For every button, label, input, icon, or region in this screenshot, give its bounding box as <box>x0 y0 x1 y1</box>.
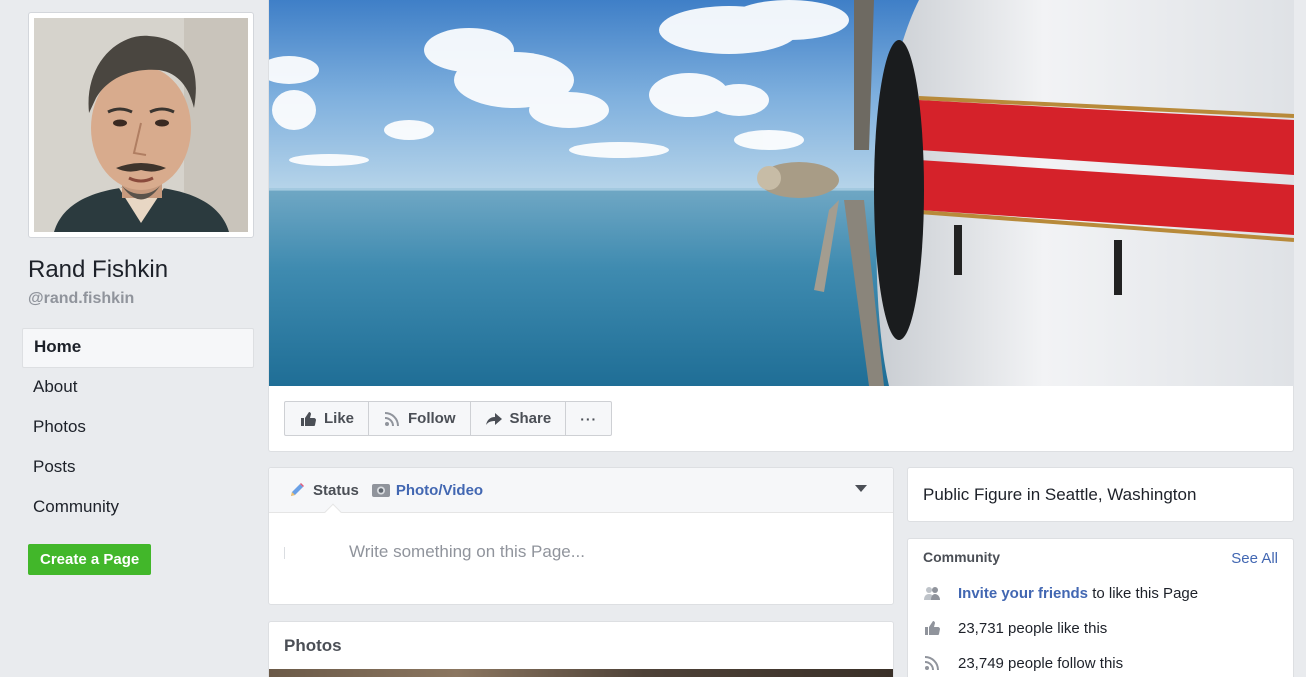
active-tab-indicator <box>324 503 342 521</box>
photo-tab-label: Photo/Video <box>395 481 484 499</box>
community-title: Community <box>923 549 1000 565</box>
invite-text: Invite your friends to like this Page <box>958 585 1198 602</box>
composer-tabs: Status Photo/Video <box>269 468 893 521</box>
tab-status[interactable]: Status <box>288 481 359 499</box>
like-button[interactable]: Like <box>285 402 370 435</box>
nav-item-photos[interactable]: Photos <box>22 408 254 448</box>
nav-item-home[interactable]: Home <box>22 328 254 368</box>
tab-photo-video[interactable]: Photo/Video <box>371 481 483 499</box>
about-card: Public Figure in Seattle, Washington <box>907 467 1294 522</box>
community-card: Community See All Invite your friends to… <box>907 538 1294 677</box>
left-sidebar: Rand Fishkin @rand.fishkin Home About Ph… <box>0 0 268 677</box>
photos-title[interactable]: Photos <box>284 636 342 656</box>
share-button[interactable]: Share <box>471 402 567 435</box>
page-name[interactable]: Rand Fishkin <box>28 256 168 284</box>
likes-row: 23,731 people like this <box>923 619 1107 637</box>
share-label: Share <box>509 410 552 427</box>
page-category: Public Figure in Seattle, Washington <box>923 485 1197 504</box>
status-tab-label: Status <box>313 481 359 499</box>
cover-photo[interactable] <box>269 0 1294 386</box>
composer-avatar-placeholder <box>284 547 285 559</box>
more-options-button[interactable]: ··· <box>566 402 611 435</box>
post-composer: Status Photo/Video Write something on th… <box>268 467 894 605</box>
photo-thumbnail[interactable] <box>269 669 893 677</box>
more-icon: ··· <box>580 410 598 427</box>
like-label: Like <box>324 410 355 427</box>
follows-count: 23,749 people follow this <box>958 654 1124 672</box>
nav-item-posts[interactable]: Posts <box>22 448 254 488</box>
page-nav: Home About Photos Posts Community <box>22 328 254 528</box>
pencil-icon <box>288 481 306 499</box>
page-handle[interactable]: @rand.fishkin <box>28 290 134 308</box>
invite-friends-link[interactable]: Invite your friends <box>958 585 1088 602</box>
follows-row: 23,749 people follow this <box>923 654 1123 672</box>
page-actions: Like Follow Share ··· <box>284 401 613 436</box>
rss-icon <box>923 654 941 672</box>
photos-card: Photos <box>268 621 894 677</box>
thumbs-up-icon <box>299 410 317 428</box>
invite-friends-row: Invite your friends to like this Page <box>923 584 1198 602</box>
nav-item-about[interactable]: About <box>22 368 254 408</box>
composer-input[interactable]: Write something on this Page... <box>349 542 585 562</box>
thumbs-up-icon <box>923 619 941 637</box>
rss-icon <box>383 410 401 428</box>
share-arrow-icon <box>485 410 503 428</box>
likes-count: 23,731 people like this <box>958 619 1108 637</box>
invite-suffix: to like this Page <box>1088 584 1199 602</box>
create-page-button[interactable]: Create a Page <box>28 544 152 575</box>
profile-picture[interactable] <box>28 12 254 238</box>
avatar <box>34 18 248 232</box>
follow-label: Follow <box>408 410 456 427</box>
camera-icon <box>371 481 390 499</box>
chevron-down-icon[interactable] <box>855 485 867 492</box>
follow-button[interactable]: Follow <box>369 402 471 435</box>
cover-card: Like Follow Share ··· <box>268 0 1294 452</box>
people-icon <box>923 584 941 602</box>
nav-item-community[interactable]: Community <box>22 488 254 528</box>
see-all-link[interactable]: See All <box>1231 550 1278 567</box>
